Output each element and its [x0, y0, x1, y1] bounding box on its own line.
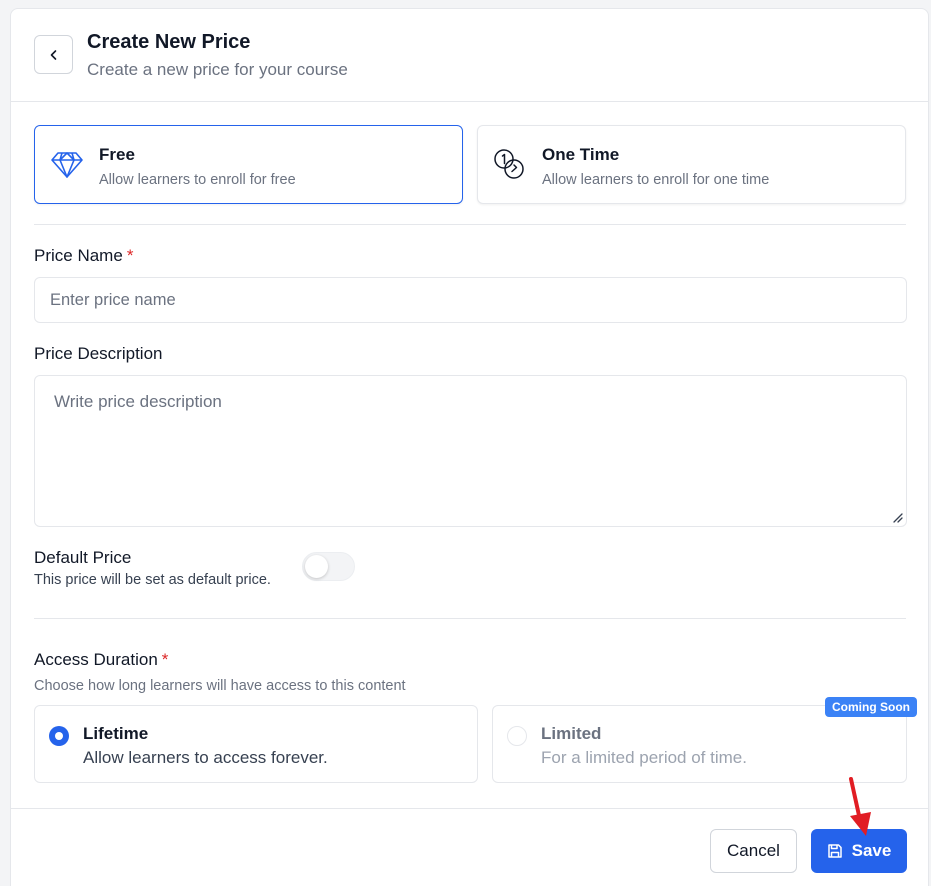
save-button-label: Save	[851, 841, 892, 860]
price-name-input[interactable]	[34, 277, 907, 323]
price-type-title: One Time	[542, 145, 620, 164]
radio-selected[interactable]	[49, 726, 69, 746]
required-marker: *	[161, 650, 169, 669]
coins-icon	[494, 149, 524, 179]
price-type-title: Free	[99, 145, 135, 164]
price-description-textarea[interactable]	[34, 375, 907, 527]
access-duration-description: Choose how long learners will have acces…	[34, 678, 406, 694]
duration-option-lifetime[interactable]: Lifetime Allow learners to access foreve…	[34, 705, 478, 783]
duration-option-description: Allow learners to access forever.	[83, 748, 328, 767]
default-price-description: This price will be set as default price.	[34, 572, 271, 588]
page-title: Create New Price	[87, 31, 251, 53]
panel-header: Create New Price Create a new price for …	[11, 9, 928, 102]
price-type-description: Allow learners to enroll for one time	[542, 172, 770, 188]
section-divider	[34, 224, 906, 225]
panel-footer: Cancel Save	[11, 808, 928, 886]
save-icon	[827, 844, 842, 858]
price-description-label: Price Description	[34, 344, 163, 363]
default-price-label: Default Price	[34, 548, 132, 567]
annotation-arrow-icon	[849, 777, 871, 836]
cancel-button[interactable]: Cancel	[710, 829, 797, 873]
back-button[interactable]	[34, 35, 73, 74]
access-duration-label-text: Access Duration	[34, 650, 158, 669]
price-type-free-card[interactable]: Free Allow learners to enroll for free	[34, 125, 463, 204]
price-name-label: Price Name *	[34, 246, 133, 266]
chevron-left-icon	[50, 49, 56, 60]
radio-unselected	[507, 726, 527, 746]
required-marker: *	[126, 246, 134, 265]
price-type-one-time-card[interactable]: One Time Allow learners to enroll for on…	[477, 125, 906, 204]
price-name-label-text: Price Name	[34, 246, 123, 265]
create-price-panel: Create New Price Create a new price for …	[10, 8, 929, 886]
duration-option-description: For a limited period of time.	[541, 748, 747, 767]
default-price-toggle[interactable]	[302, 552, 355, 581]
toggle-knob	[305, 555, 328, 578]
resize-grip-icon[interactable]	[891, 511, 903, 523]
coming-soon-badge: Coming Soon	[825, 697, 917, 717]
section-divider	[34, 618, 906, 619]
diamond-icon	[51, 152, 83, 178]
access-duration-label: Access Duration *	[34, 650, 168, 670]
page-subtitle: Create a new price for your course	[87, 60, 348, 79]
price-type-description: Allow learners to enroll for free	[99, 172, 296, 188]
duration-option-title: Lifetime	[83, 724, 149, 743]
duration-option-title: Limited	[541, 724, 602, 743]
